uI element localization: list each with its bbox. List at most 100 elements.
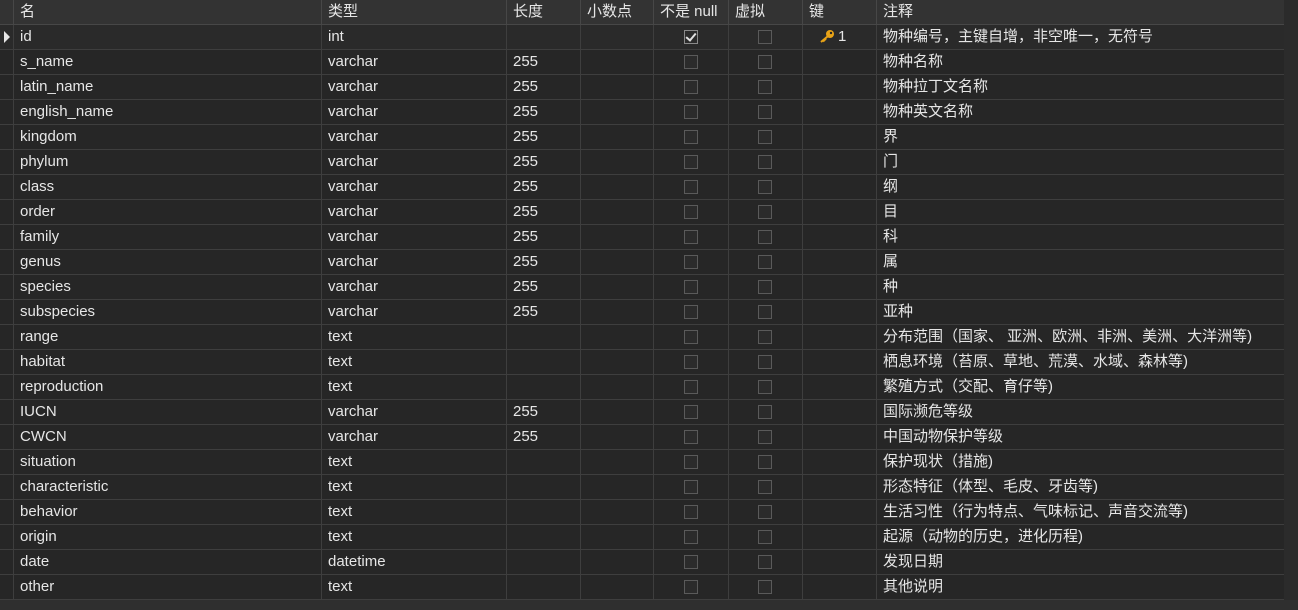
key-cell[interactable] bbox=[803, 325, 877, 349]
field-decimals-cell[interactable] bbox=[581, 325, 654, 349]
field-comment-cell[interactable]: 栖息环境（苔原、草地、荒漠、水域、森林等) bbox=[877, 350, 1284, 374]
field-type-cell[interactable]: text bbox=[322, 525, 507, 549]
key-cell[interactable] bbox=[803, 125, 877, 149]
field-type-cell[interactable]: varchar bbox=[322, 150, 507, 174]
field-name-cell[interactable]: date bbox=[14, 550, 322, 574]
field-length-cell[interactable] bbox=[507, 325, 581, 349]
field-length-cell[interactable]: 255 bbox=[507, 150, 581, 174]
field-type-cell[interactable]: varchar bbox=[322, 400, 507, 424]
field-row[interactable]: date datetime 发现日期 bbox=[0, 550, 1284, 575]
not-null-checkbox[interactable] bbox=[684, 180, 698, 194]
field-name-cell[interactable]: habitat bbox=[14, 350, 322, 374]
virtual-checkbox[interactable] bbox=[758, 455, 772, 469]
field-decimals-cell[interactable] bbox=[581, 100, 654, 124]
virtual-checkbox[interactable] bbox=[758, 505, 772, 519]
row-marker[interactable] bbox=[0, 300, 14, 324]
not-null-cell[interactable] bbox=[654, 575, 729, 599]
field-length-cell[interactable] bbox=[507, 375, 581, 399]
field-comment-cell[interactable]: 纲 bbox=[877, 175, 1284, 199]
field-comment-cell[interactable]: 物种拉丁文名称 bbox=[877, 75, 1284, 99]
field-decimals-cell[interactable] bbox=[581, 200, 654, 224]
virtual-cell[interactable] bbox=[729, 175, 803, 199]
field-length-cell[interactable] bbox=[507, 550, 581, 574]
field-type-cell[interactable]: varchar bbox=[322, 175, 507, 199]
not-null-cell[interactable] bbox=[654, 525, 729, 549]
field-length-cell[interactable]: 255 bbox=[507, 300, 581, 324]
field-name-cell[interactable]: genus bbox=[14, 250, 322, 274]
field-comment-cell[interactable]: 保护现状（措施) bbox=[877, 450, 1284, 474]
field-row[interactable]: latin_name varchar 255 物种拉丁文名称 bbox=[0, 75, 1284, 100]
not-null-checkbox[interactable] bbox=[684, 255, 698, 269]
field-name-cell[interactable]: english_name bbox=[14, 100, 322, 124]
field-length-cell[interactable]: 255 bbox=[507, 400, 581, 424]
row-marker[interactable] bbox=[0, 175, 14, 199]
row-marker[interactable] bbox=[0, 25, 14, 49]
virtual-cell[interactable] bbox=[729, 550, 803, 574]
field-row[interactable]: family varchar 255 科 bbox=[0, 225, 1284, 250]
virtual-cell[interactable] bbox=[729, 500, 803, 524]
field-decimals-cell[interactable] bbox=[581, 500, 654, 524]
field-name-cell[interactable]: reproduction bbox=[14, 375, 322, 399]
not-null-checkbox[interactable] bbox=[684, 30, 698, 44]
field-type-cell[interactable]: datetime bbox=[322, 550, 507, 574]
row-marker[interactable] bbox=[0, 200, 14, 224]
field-name-cell[interactable]: phylum bbox=[14, 150, 322, 174]
virtual-checkbox[interactable] bbox=[758, 205, 772, 219]
virtual-checkbox[interactable] bbox=[758, 255, 772, 269]
field-comment-cell[interactable]: 目 bbox=[877, 200, 1284, 224]
not-null-checkbox[interactable] bbox=[684, 280, 698, 294]
virtual-cell[interactable] bbox=[729, 300, 803, 324]
row-marker[interactable] bbox=[0, 425, 14, 449]
row-marker[interactable] bbox=[0, 250, 14, 274]
field-decimals-cell[interactable] bbox=[581, 300, 654, 324]
not-null-cell[interactable] bbox=[654, 125, 729, 149]
virtual-checkbox[interactable] bbox=[758, 230, 772, 244]
not-null-checkbox[interactable] bbox=[684, 505, 698, 519]
field-name-cell[interactable]: order bbox=[14, 200, 322, 224]
field-name-cell[interactable]: behavior bbox=[14, 500, 322, 524]
not-null-cell[interactable] bbox=[654, 450, 729, 474]
field-decimals-cell[interactable] bbox=[581, 125, 654, 149]
field-decimals-cell[interactable] bbox=[581, 150, 654, 174]
not-null-checkbox[interactable] bbox=[684, 55, 698, 69]
row-marker[interactable] bbox=[0, 75, 14, 99]
not-null-checkbox[interactable] bbox=[684, 330, 698, 344]
field-type-cell[interactable]: text bbox=[322, 575, 507, 599]
virtual-cell[interactable] bbox=[729, 50, 803, 74]
row-marker[interactable] bbox=[0, 450, 14, 474]
virtual-cell[interactable] bbox=[729, 150, 803, 174]
field-decimals-cell[interactable] bbox=[581, 350, 654, 374]
field-row[interactable]: origin text 起源（动物的历史，进化历程) bbox=[0, 525, 1284, 550]
not-null-checkbox[interactable] bbox=[684, 130, 698, 144]
virtual-cell[interactable] bbox=[729, 75, 803, 99]
field-row[interactable]: behavior text 生活习性（行为特点、气味标记、声音交流等) bbox=[0, 500, 1284, 525]
key-cell[interactable] bbox=[803, 500, 877, 524]
field-type-cell[interactable]: varchar bbox=[322, 275, 507, 299]
key-cell[interactable] bbox=[803, 375, 877, 399]
not-null-checkbox[interactable] bbox=[684, 380, 698, 394]
field-comment-cell[interactable]: 国际濒危等级 bbox=[877, 400, 1284, 424]
header-not-null[interactable]: 不是 null bbox=[654, 0, 729, 24]
field-comment-cell[interactable]: 发现日期 bbox=[877, 550, 1284, 574]
row-marker[interactable] bbox=[0, 325, 14, 349]
virtual-cell[interactable] bbox=[729, 375, 803, 399]
field-name-cell[interactable]: other bbox=[14, 575, 322, 599]
not-null-cell[interactable] bbox=[654, 175, 729, 199]
not-null-checkbox[interactable] bbox=[684, 230, 698, 244]
field-comment-cell[interactable]: 物种编号，主键自增，非空唯一，无符号 bbox=[877, 25, 1284, 49]
not-null-cell[interactable] bbox=[654, 250, 729, 274]
virtual-cell[interactable] bbox=[729, 425, 803, 449]
not-null-checkbox[interactable] bbox=[684, 480, 698, 494]
virtual-cell[interactable] bbox=[729, 350, 803, 374]
virtual-cell[interactable] bbox=[729, 525, 803, 549]
virtual-checkbox[interactable] bbox=[758, 280, 772, 294]
field-name-cell[interactable]: class bbox=[14, 175, 322, 199]
header-name[interactable]: 名 bbox=[14, 0, 322, 24]
field-type-cell[interactable]: text bbox=[322, 325, 507, 349]
key-cell[interactable] bbox=[803, 350, 877, 374]
virtual-checkbox[interactable] bbox=[758, 555, 772, 569]
field-row[interactable]: s_name varchar 255 物种名称 bbox=[0, 50, 1284, 75]
field-comment-cell[interactable]: 形态特征（体型、毛皮、牙齿等) bbox=[877, 475, 1284, 499]
field-comment-cell[interactable]: 物种英文名称 bbox=[877, 100, 1284, 124]
key-cell[interactable] bbox=[803, 525, 877, 549]
